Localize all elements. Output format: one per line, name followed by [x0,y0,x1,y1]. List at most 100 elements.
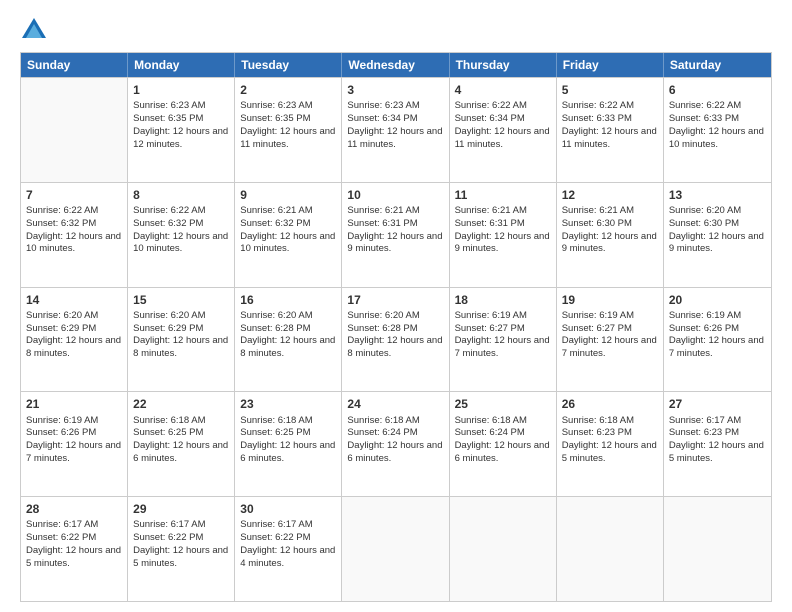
day-header-sunday: Sunday [21,53,128,77]
day-number: 9 [240,187,336,203]
day-info: Sunrise: 6:20 AM Sunset: 6:28 PM Dayligh… [347,310,442,359]
day-header-thursday: Thursday [450,53,557,77]
day-info: Sunrise: 6:21 AM Sunset: 6:31 PM Dayligh… [347,205,442,254]
day-number: 11 [455,187,551,203]
day-cell-30: 30 Sunrise: 6:17 AM Sunset: 6:22 PM Dayli… [235,497,342,601]
calendar-header: SundayMondayTuesdayWednesdayThursdayFrid… [21,53,771,77]
day-cell-4: 4 Sunrise: 6:22 AM Sunset: 6:34 PM Daylig… [450,78,557,182]
day-number: 2 [240,82,336,98]
day-number: 20 [669,292,766,308]
day-cell-23: 23Sunrise: 6:18 AM Sunset: 6:25 PM Dayli… [235,392,342,496]
calendar-row-1: 7 Sunrise: 6:22 AM Sunset: 6:32 PM Daylig… [21,182,771,287]
day-info: Sunrise: 6:23 AM Sunset: 6:35 PM Dayligh… [240,100,335,149]
header [20,16,772,44]
day-number: 14 [26,292,122,308]
day-number: 25 [455,396,551,412]
day-info: Sunrise: 6:22 AM Sunset: 6:33 PM Dayligh… [562,100,657,149]
day-number: 15 [133,292,229,308]
day-info: Sunrise: 6:17 AM Sunset: 6:23 PM Dayligh… [669,415,764,464]
day-cell-18: 18Sunrise: 6:19 AM Sunset: 6:27 PM Dayli… [450,288,557,392]
day-cell-22: 22 Sunrise: 6:18 AM Sunset: 6:25 PM Dayli… [128,392,235,496]
day-info: Sunrise: 6:19 AM Sunset: 6:27 PM Dayligh… [562,310,657,359]
day-number: 12 [562,187,658,203]
day-info: Sunrise: 6:17 AM Sunset: 6:22 PM Dayligh… [240,519,335,568]
empty-cell [557,497,664,601]
day-info: Sunrise: 6:20 AM Sunset: 6:29 PM Dayligh… [133,310,228,359]
day-cell-13: 13 Sunrise: 6:20 AM Sunset: 6:30 PM Dayli… [664,183,771,287]
day-info: Sunrise: 6:22 AM Sunset: 6:34 PM Dayligh… [455,100,550,149]
day-info: Sunrise: 6:20 AM Sunset: 6:30 PM Dayligh… [669,205,764,254]
day-cell-10: 10Sunrise: 6:21 AM Sunset: 6:31 PM Dayli… [342,183,449,287]
day-cell-9: 9Sunrise: 6:21 AM Sunset: 6:32 PM Daylig… [235,183,342,287]
day-cell-5: 5 Sunrise: 6:22 AM Sunset: 6:33 PM Daylig… [557,78,664,182]
day-info: Sunrise: 6:23 AM Sunset: 6:34 PM Dayligh… [347,100,442,149]
day-info: Sunrise: 6:18 AM Sunset: 6:24 PM Dayligh… [455,415,550,464]
day-cell-15: 15 Sunrise: 6:20 AM Sunset: 6:29 PM Dayli… [128,288,235,392]
day-cell-16: 16Sunrise: 6:20 AM Sunset: 6:28 PM Dayli… [235,288,342,392]
day-info: Sunrise: 6:18 AM Sunset: 6:24 PM Dayligh… [347,415,442,464]
calendar-row-2: 14 Sunrise: 6:20 AM Sunset: 6:29 PM Dayli… [21,287,771,392]
day-cell-21: 21 Sunrise: 6:19 AM Sunset: 6:26 PM Dayli… [21,392,128,496]
day-cell-11: 11 Sunrise: 6:21 AM Sunset: 6:31 PM Dayli… [450,183,557,287]
day-info: Sunrise: 6:18 AM Sunset: 6:25 PM Dayligh… [240,415,335,464]
day-number: 4 [455,82,551,98]
day-number: 22 [133,396,229,412]
empty-cell [450,497,557,601]
day-cell-17: 17 Sunrise: 6:20 AM Sunset: 6:28 PM Dayli… [342,288,449,392]
day-info: Sunrise: 6:18 AM Sunset: 6:25 PM Dayligh… [133,415,228,464]
day-info: Sunrise: 6:21 AM Sunset: 6:31 PM Dayligh… [455,205,550,254]
day-info: Sunrise: 6:20 AM Sunset: 6:29 PM Dayligh… [26,310,121,359]
day-number: 8 [133,187,229,203]
day-cell-14: 14 Sunrise: 6:20 AM Sunset: 6:29 PM Dayli… [21,288,128,392]
day-number: 17 [347,292,443,308]
day-info: Sunrise: 6:19 AM Sunset: 6:26 PM Dayligh… [26,415,121,464]
day-cell-26: 26 Sunrise: 6:18 AM Sunset: 6:23 PM Dayli… [557,392,664,496]
day-number: 16 [240,292,336,308]
day-number: 30 [240,501,336,517]
logo [20,16,52,44]
day-cell-6: 6Sunrise: 6:22 AM Sunset: 6:33 PM Daylig… [664,78,771,182]
day-number: 18 [455,292,551,308]
empty-cell [342,497,449,601]
day-info: Sunrise: 6:23 AM Sunset: 6:35 PM Dayligh… [133,100,228,149]
day-info: Sunrise: 6:22 AM Sunset: 6:32 PM Dayligh… [133,205,228,254]
day-cell-29: 29 Sunrise: 6:17 AM Sunset: 6:22 PM Dayli… [128,497,235,601]
day-info: Sunrise: 6:21 AM Sunset: 6:30 PM Dayligh… [562,205,657,254]
page: SundayMondayTuesdayWednesdayThursdayFrid… [0,0,792,612]
empty-cell [664,497,771,601]
day-cell-28: 28 Sunrise: 6:17 AM Sunset: 6:22 PM Dayli… [21,497,128,601]
day-cell-1: 1Sunrise: 6:23 AM Sunset: 6:35 PM Daylig… [128,78,235,182]
day-cell-2: 2 Sunrise: 6:23 AM Sunset: 6:35 PM Daylig… [235,78,342,182]
logo-icon [20,16,48,44]
day-number: 5 [562,82,658,98]
day-info: Sunrise: 6:19 AM Sunset: 6:26 PM Dayligh… [669,310,764,359]
calendar: SundayMondayTuesdayWednesdayThursdayFrid… [20,52,772,602]
day-info: Sunrise: 6:17 AM Sunset: 6:22 PM Dayligh… [133,519,228,568]
day-number: 26 [562,396,658,412]
day-header-tuesday: Tuesday [235,53,342,77]
calendar-body: 1Sunrise: 6:23 AM Sunset: 6:35 PM Daylig… [21,77,771,601]
day-cell-8: 8 Sunrise: 6:22 AM Sunset: 6:32 PM Daylig… [128,183,235,287]
day-header-friday: Friday [557,53,664,77]
day-cell-20: 20 Sunrise: 6:19 AM Sunset: 6:26 PM Dayli… [664,288,771,392]
calendar-row-3: 21 Sunrise: 6:19 AM Sunset: 6:26 PM Dayli… [21,391,771,496]
day-number: 7 [26,187,122,203]
day-header-monday: Monday [128,53,235,77]
day-number: 6 [669,82,766,98]
day-info: Sunrise: 6:18 AM Sunset: 6:23 PM Dayligh… [562,415,657,464]
day-cell-24: 24 Sunrise: 6:18 AM Sunset: 6:24 PM Dayli… [342,392,449,496]
day-number: 19 [562,292,658,308]
day-number: 21 [26,396,122,412]
day-cell-12: 12 Sunrise: 6:21 AM Sunset: 6:30 PM Dayli… [557,183,664,287]
day-cell-19: 19 Sunrise: 6:19 AM Sunset: 6:27 PM Dayli… [557,288,664,392]
day-number: 24 [347,396,443,412]
empty-cell [21,78,128,182]
day-number: 28 [26,501,122,517]
day-cell-27: 27Sunrise: 6:17 AM Sunset: 6:23 PM Dayli… [664,392,771,496]
day-number: 3 [347,82,443,98]
day-number: 13 [669,187,766,203]
day-number: 29 [133,501,229,517]
day-cell-25: 25 Sunrise: 6:18 AM Sunset: 6:24 PM Dayli… [450,392,557,496]
day-cell-7: 7Sunrise: 6:22 AM Sunset: 6:32 PM Daylig… [21,183,128,287]
day-info: Sunrise: 6:17 AM Sunset: 6:22 PM Dayligh… [26,519,121,568]
